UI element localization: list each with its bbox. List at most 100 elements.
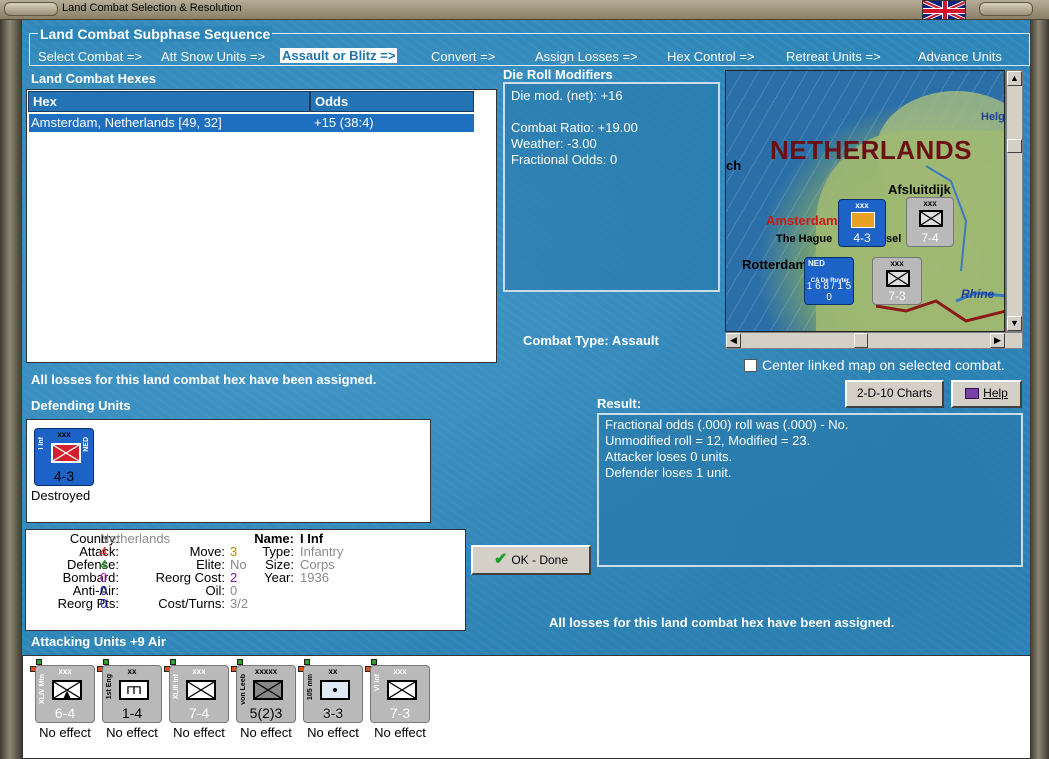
infantry-icon xyxy=(919,210,943,227)
scroll-right-icon[interactable]: ▶ xyxy=(990,333,1005,348)
check-icon: ✔ xyxy=(493,551,508,568)
attacking-unit-counter[interactable]: xx 1st Eng 1-4 xyxy=(102,665,162,723)
help-button-label: Help xyxy=(983,386,1008,400)
map-counter-i-inf[interactable]: xxx 4-3 xyxy=(838,199,886,247)
drm-line: Fractional Odds: 0 xyxy=(511,152,618,167)
charts-button[interactable]: 2-D-10 Charts xyxy=(845,380,944,408)
result-line: Unmodified roll = 12, Modified = 23. xyxy=(605,433,811,448)
step-select-combat[interactable]: Select Combat => xyxy=(38,49,142,64)
scroll-thumb[interactable] xyxy=(1007,139,1022,153)
odds-cell: +15 (38:4) xyxy=(314,115,374,130)
result-panel: Fractional odds (.000) roll was (.000) -… xyxy=(597,413,1023,567)
done-button-label: OK - Done xyxy=(511,553,569,567)
scroll-left-icon[interactable]: ◀ xyxy=(726,333,741,348)
headquarters-icon xyxy=(253,680,283,700)
step-att-snow-units[interactable]: Att Snow Units => xyxy=(161,49,265,64)
map-label-rotterdam: Rotterdam xyxy=(742,257,808,272)
combat-type-value: Assault xyxy=(611,333,659,348)
frame-bolt-left xyxy=(4,2,58,16)
map-label-country: NETHERLANDS xyxy=(770,135,972,165)
attacking-unit-counter[interactable]: xxx XLIV Mtn 6-4 xyxy=(35,665,95,723)
attacking-unit-status: No effect xyxy=(374,725,426,740)
map-label-hague: The Hague xyxy=(776,233,833,245)
center-map-checkbox[interactable] xyxy=(744,359,757,372)
hex-cell: Amsterdam, Netherlands [49, 32] xyxy=(31,115,222,130)
step-convert[interactable]: Convert => xyxy=(431,49,495,64)
drm-title: Die Roll Modifiers xyxy=(503,67,613,82)
drm-line-blank xyxy=(511,104,712,120)
defending-unit-status: Destroyed xyxy=(31,488,91,503)
result-line: Defender loses 1 unit. xyxy=(605,465,732,480)
frame-left xyxy=(0,20,22,759)
drm-line: Die mod. (net): +16 xyxy=(511,88,623,103)
center-map-label[interactable]: Center linked map on selected combat. xyxy=(762,357,1005,373)
defending-title: Defending Units xyxy=(31,398,131,413)
scroll-up-icon[interactable]: ▲ xyxy=(1007,71,1022,86)
map-label-amsterdam: Amsterdam xyxy=(766,213,838,228)
drm-panel: Die mod. (net): +16 Combat Ratio: +19.00… xyxy=(503,82,720,292)
infantry-icon xyxy=(51,443,81,463)
costturns-value: 3/2 xyxy=(230,596,249,611)
infantry-icon xyxy=(886,270,910,287)
infantry-icon xyxy=(186,680,216,700)
column-header-odds[interactable]: Odds xyxy=(310,91,474,112)
hexes-title: Land Combat Hexes xyxy=(31,71,156,86)
attacking-unit-counter[interactable]: xx 105 mm 3-3 xyxy=(303,665,363,723)
result-title: Result: xyxy=(597,396,642,411)
step-assign-losses[interactable]: Assign Losses => xyxy=(535,49,638,64)
column-header-hex[interactable]: Hex xyxy=(28,91,310,112)
attacking-units-panel: xxx XLIV Mtn 6-4 No effect xx 1st Eng 1-… xyxy=(22,655,1031,759)
combat-type-label: Combat Type: xyxy=(523,333,609,348)
step-retreat-units[interactable]: Retreat Units => xyxy=(786,49,881,64)
step-advance-units[interactable]: Advance Units xyxy=(918,49,1002,64)
map-vertical-scrollbar[interactable]: ▲ ▼ xyxy=(1006,70,1023,332)
combat-burst-icon xyxy=(851,212,875,228)
subphase-title: Land Combat Subphase Sequence xyxy=(38,26,273,42)
hex-list[interactable]: Hex Odds Amsterdam, Netherlands [49, 32]… xyxy=(26,89,497,363)
attacking-title: Attacking Units +9 Air xyxy=(31,634,166,649)
map-label-afsluitdijk: Afsluitdijk xyxy=(888,182,951,197)
title-bar: Land Combat Selection & Resolution xyxy=(0,0,1049,20)
table-row[interactable]: Amsterdam, Netherlands [49, 32] +15 (38:… xyxy=(29,114,474,132)
defending-units-panel: xxx I Inf NED 4-3 Destroyed xyxy=(26,419,431,523)
status-message-bottom: All losses for this land combat hex have… xyxy=(549,615,895,630)
map-counter-vi-inf[interactable]: xxx 7-3 xyxy=(872,257,922,305)
map-counter-7-4[interactable]: xxx 7-4 xyxy=(906,197,954,247)
subphase-sequence: Land Combat Subphase Sequence Select Com… xyxy=(29,26,1030,66)
map-label-hague-tail: sel xyxy=(886,233,902,245)
done-button[interactable]: ✔ OK - Done xyxy=(471,545,591,575)
scroll-down-icon[interactable]: ▼ xyxy=(1007,316,1022,331)
map-counter-ca-de-ruyter[interactable]: NED CA De Ruyter 1 6 8 / 1 5 0 xyxy=(804,257,854,305)
result-line: Attacker loses 0 units. xyxy=(605,449,733,464)
map-label-rhine: Rhine xyxy=(961,287,995,301)
infantry-icon xyxy=(387,680,417,700)
attacking-unit-counter[interactable]: xxxxx von Leeb 5(2)3 xyxy=(236,665,296,723)
map-label-ch: ch xyxy=(726,158,742,173)
help-button[interactable]: Help xyxy=(951,380,1022,408)
status-message-top: All losses for this land combat hex have… xyxy=(31,372,377,387)
reorgpts-value: 0 xyxy=(100,596,108,611)
unit-info-panel: Country: Netherlands Attack: 4 Defense: … xyxy=(25,529,466,631)
engineer-icon xyxy=(119,680,149,700)
defending-unit-counter[interactable]: xxx I Inf NED 4-3 xyxy=(34,428,94,486)
scroll-thumb[interactable] xyxy=(854,333,868,348)
mountain-infantry-icon xyxy=(52,680,82,700)
drm-line: Combat Ratio: +19.00 xyxy=(511,120,638,135)
result-line: Fractional odds (.000) roll was (.000) -… xyxy=(605,417,849,432)
linked-map[interactable]: Helg NETHERLANDS ch Afsluitdijk Amsterda… xyxy=(725,70,1005,332)
uk-flag-icon xyxy=(922,0,966,20)
attacking-unit-counter[interactable]: xxx VI Inf 7-3 xyxy=(370,665,430,723)
artillery-icon xyxy=(320,680,350,700)
frame-right xyxy=(1030,20,1049,759)
window-title: Land Combat Selection & Resolution xyxy=(62,2,242,14)
map-label-helg: Helg xyxy=(981,111,1005,123)
frame-bolt-right xyxy=(979,2,1033,16)
drm-line: Weather: -3.00 xyxy=(511,136,597,151)
step-assault-or-blitz[interactable]: Assault or Blitz => xyxy=(280,48,398,63)
year-value: 1936 xyxy=(300,570,329,585)
step-hex-control[interactable]: Hex Control => xyxy=(667,49,754,64)
combat-type: Combat Type: Assault xyxy=(523,333,659,348)
help-book-icon xyxy=(965,388,980,399)
attacking-unit-counter[interactable]: xxx XLIII Inf 7-4 xyxy=(169,665,229,723)
map-horizontal-scrollbar[interactable]: ◀ ▶ xyxy=(725,332,1023,349)
